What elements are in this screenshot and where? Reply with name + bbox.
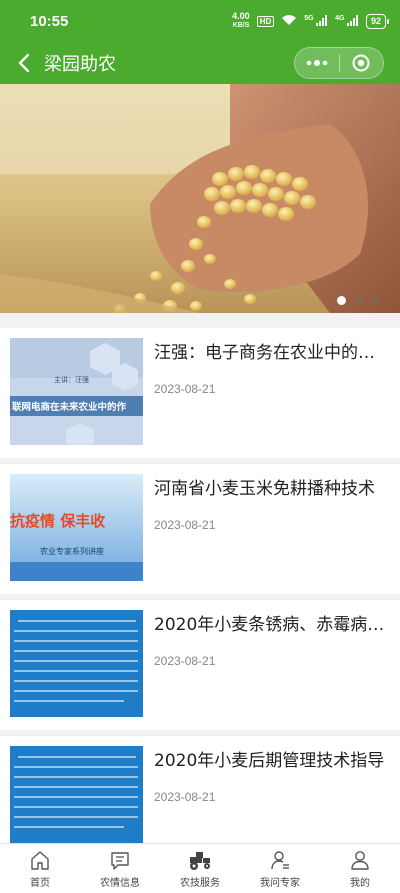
article-thumbnail: 抗疫情 保丰收 农业专家系列讲座	[10, 474, 143, 581]
article-date: 2023-08-21	[154, 518, 216, 532]
signal-icon-2: 4G	[335, 14, 359, 28]
thumb-caption: 抗疫情 保丰收	[10, 512, 105, 530]
article-title[interactable]: 河南省小麦玉米免耕播种技术	[154, 478, 390, 500]
home-icon	[27, 847, 53, 873]
nav-bar: 梁园助农	[0, 42, 400, 84]
tab-label: 我问专家	[260, 878, 300, 889]
tab-service[interactable]: 农技服务	[160, 844, 240, 893]
more-button[interactable]	[295, 48, 339, 78]
tab-bar: 首页 农情信息 农技服务 我问专家 我的	[0, 843, 400, 893]
thumb-sub: 农业专家系列讲座	[40, 546, 104, 556]
tab-news[interactable]: 农情信息	[80, 844, 160, 893]
article-title[interactable]: 2020年小麦条锈病、赤霉病防控	[154, 614, 390, 636]
user-icon	[347, 847, 373, 873]
tractor-icon	[187, 847, 213, 873]
carousel-dots	[337, 296, 380, 305]
status-icons: 4.00 KB/S HD 5G 4G 92	[232, 11, 390, 30]
article-date: 2023-08-21	[154, 654, 216, 668]
back-icon	[18, 53, 30, 73]
battery-icon: 92	[365, 13, 390, 29]
network-speed: 4.00 KB/S	[232, 11, 250, 30]
article-date: 2023-08-21	[154, 790, 216, 804]
status-bar: 10:55 4.00 KB/S HD 5G 4G 92	[0, 0, 400, 42]
tab-label: 农技服务	[180, 878, 220, 889]
message-icon	[107, 847, 133, 873]
article-title[interactable]: 汪强：电子商务在农业中的作用	[154, 342, 390, 364]
tab-expert[interactable]: 我问专家	[240, 844, 320, 893]
back-button[interactable]	[6, 42, 42, 84]
mini-program-capsule	[294, 47, 384, 79]
signal-icon-1: 5G	[304, 14, 328, 28]
wifi-icon	[281, 14, 297, 29]
article-thumbnail	[10, 610, 143, 717]
article-thumbnail: 主讲：汪强 联网电商在未来农业中的作	[10, 338, 143, 445]
banner-image	[0, 84, 400, 313]
article-list: 主讲：汪强 联网电商在未来农业中的作 汪强：电子商务在农业中的作用 2023-0…	[0, 328, 400, 872]
list-item[interactable]: 主讲：汪强 联网电商在未来农业中的作 汪强：电子商务在农业中的作用 2023-0…	[0, 328, 400, 458]
article-date: 2023-08-21	[154, 382, 216, 396]
tab-home[interactable]: 首页	[0, 844, 80, 893]
article-thumbnail	[10, 746, 143, 853]
thumb-speaker: 主讲：汪强	[54, 375, 89, 384]
tab-mine[interactable]: 我的	[320, 844, 400, 893]
page-title: 梁园助农	[44, 54, 116, 75]
tab-label: 农情信息	[100, 878, 140, 889]
close-program-button[interactable]	[340, 48, 384, 78]
article-title[interactable]: 2020年小麦后期管理技术指导	[154, 750, 390, 772]
hd-badge: HD	[256, 15, 275, 27]
banner-carousel[interactable]	[0, 84, 400, 313]
article-body: 河南省小麦玉米免耕播种技术 2023-08-21	[154, 474, 390, 532]
article-body: 2020年小麦后期管理技术指导 2023-08-21	[154, 746, 390, 804]
tab-label: 我的	[350, 878, 370, 889]
list-item[interactable]: 2020年小麦条锈病、赤霉病防控 2023-08-21	[0, 600, 400, 730]
article-body: 汪强：电子商务在农业中的作用 2023-08-21	[154, 338, 390, 396]
article-body: 2020年小麦条锈病、赤霉病防控 2023-08-21	[154, 610, 390, 668]
thumb-caption: 联网电商在未来农业中的作	[12, 401, 127, 413]
status-time: 10:55	[30, 12, 69, 30]
carousel-dot[interactable]	[371, 296, 380, 305]
expert-icon	[267, 847, 293, 873]
list-item[interactable]: 抗疫情 保丰收 农业专家系列讲座 河南省小麦玉米免耕播种技术 2023-08-2…	[0, 464, 400, 594]
more-icon	[306, 60, 328, 66]
tab-label: 首页	[30, 878, 50, 889]
target-icon	[352, 54, 370, 72]
carousel-dot[interactable]	[337, 296, 346, 305]
carousel-dot[interactable]	[354, 296, 363, 305]
